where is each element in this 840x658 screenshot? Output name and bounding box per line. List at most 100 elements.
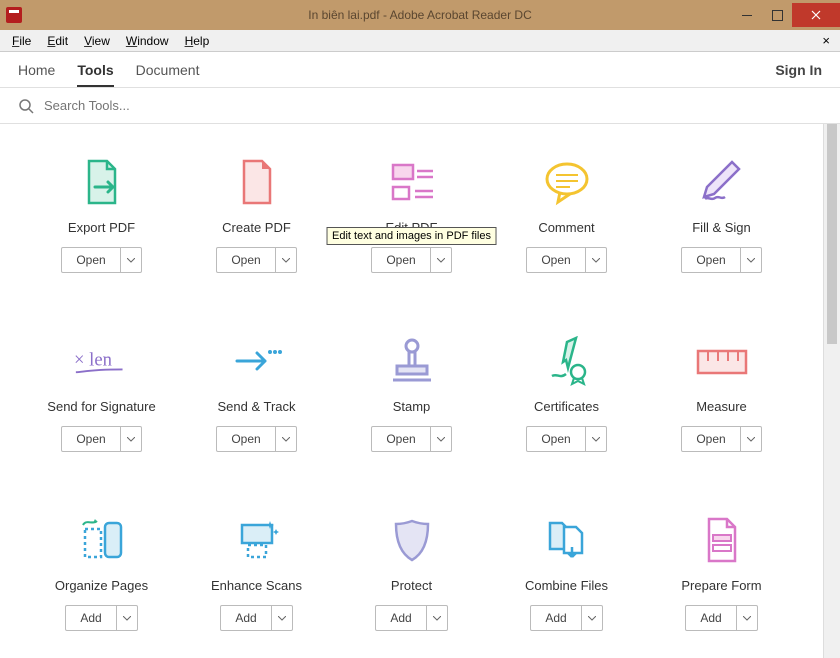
tool-prepare-form[interactable]: Prepare Form Add — [644, 512, 799, 631]
protect-icon — [384, 512, 440, 568]
tool-action: Add — [685, 605, 757, 631]
window-title: In biên lai.pdf - Adobe Acrobat Reader D… — [308, 8, 531, 22]
tool-label: Protect — [391, 578, 432, 593]
dropdown-button[interactable] — [272, 606, 292, 630]
dropdown-button[interactable] — [741, 248, 761, 272]
tool-protect[interactable]: Protect Add — [334, 512, 489, 631]
menu-view[interactable]: View — [76, 34, 118, 48]
tool-action: Open — [526, 426, 606, 452]
tool-action: Open — [216, 426, 296, 452]
tool-action: Add — [220, 605, 292, 631]
dropdown-button[interactable] — [582, 606, 602, 630]
tooltip: Edit text and images in PDF files — [326, 227, 497, 245]
add-button[interactable]: Add — [531, 606, 581, 630]
window-close-button[interactable] — [792, 3, 840, 27]
window-maximize-button[interactable] — [762, 3, 792, 27]
dropdown-button[interactable] — [586, 248, 606, 272]
open-button[interactable]: Open — [217, 427, 275, 451]
tool-action: Add — [375, 605, 447, 631]
tool-edit-pdf[interactable]: Edit PDF Edit text and images in PDF fil… — [334, 154, 489, 273]
stamp-icon — [384, 333, 440, 389]
nav-tab-home[interactable]: Home — [18, 62, 55, 78]
prepare-form-icon — [694, 512, 750, 568]
open-button[interactable]: Open — [217, 248, 275, 272]
open-button[interactable]: Open — [372, 248, 430, 272]
edit-pdf-icon — [384, 154, 440, 210]
nav-tab-document[interactable]: Document — [136, 62, 200, 78]
add-button[interactable]: Add — [66, 606, 116, 630]
tool-action: Open — [61, 426, 141, 452]
svg-text:× len: × len — [74, 350, 113, 371]
add-button[interactable]: Add — [376, 606, 426, 630]
tool-certificates[interactable]: Certificates Open — [489, 333, 644, 452]
sign-in-link[interactable]: Sign In — [775, 62, 822, 78]
dropdown-button[interactable] — [431, 248, 451, 272]
open-button[interactable]: Open — [527, 427, 585, 451]
add-button[interactable]: Add — [221, 606, 271, 630]
add-button[interactable]: Add — [686, 606, 736, 630]
tool-label: Enhance Scans — [211, 578, 302, 593]
menu-edit[interactable]: Edit — [39, 34, 76, 48]
tool-create-pdf[interactable]: Create PDF Open — [179, 154, 334, 273]
open-button[interactable]: Open — [527, 248, 585, 272]
comment-icon — [539, 154, 595, 210]
scrollbar-thumb[interactable] — [827, 124, 837, 344]
dropdown-button[interactable] — [117, 606, 137, 630]
tool-action: Open — [526, 247, 606, 273]
dropdown-button[interactable] — [586, 427, 606, 451]
organize-pages-icon — [74, 512, 130, 568]
enhance-scans-icon — [229, 512, 285, 568]
open-button[interactable]: Open — [682, 248, 740, 272]
tool-action: Open — [371, 247, 451, 273]
tool-action: Open — [216, 247, 296, 273]
nav-tab-tools[interactable]: Tools — [77, 62, 113, 78]
dropdown-button[interactable] — [121, 427, 141, 451]
tool-action: Open — [371, 426, 451, 452]
tool-comment[interactable]: Comment Open — [489, 154, 644, 273]
dropdown-button[interactable] — [431, 427, 451, 451]
window-titlebar: In biên lai.pdf - Adobe Acrobat Reader D… — [0, 0, 840, 30]
window-minimize-button[interactable] — [732, 3, 762, 27]
vertical-scrollbar[interactable] — [823, 124, 840, 658]
tool-send-track[interactable]: Send & Track Open — [179, 333, 334, 452]
dropdown-button[interactable] — [737, 606, 757, 630]
dropdown-button[interactable] — [741, 427, 761, 451]
tool-combine-files[interactable]: Combine Files Add — [489, 512, 644, 631]
menu-file[interactable]: File — [4, 34, 39, 48]
tool-fill-sign[interactable]: Fill & Sign Open — [644, 154, 799, 273]
send-signature-icon: × len — [74, 333, 130, 389]
search-bar — [0, 88, 840, 124]
tool-action: Open — [61, 247, 141, 273]
dropdown-button[interactable] — [276, 248, 296, 272]
open-button[interactable]: Open — [372, 427, 430, 451]
tool-stamp[interactable]: Stamp Open — [334, 333, 489, 452]
tool-enhance-scans[interactable]: Enhance Scans Add — [179, 512, 334, 631]
document-close-icon[interactable]: × — [816, 33, 836, 48]
fill-sign-icon — [694, 154, 750, 210]
tool-label: Export PDF — [68, 220, 135, 235]
dropdown-button[interactable] — [121, 248, 141, 272]
tool-organize-pages[interactable]: Organize Pages Add — [24, 512, 179, 631]
tool-send-signature[interactable]: × len Send for Signature Open — [24, 333, 179, 452]
send-track-icon — [229, 333, 285, 389]
dropdown-button[interactable] — [276, 427, 296, 451]
tool-label: Organize Pages — [55, 578, 148, 593]
tool-label: Comment — [538, 220, 594, 235]
tool-action: Add — [530, 605, 602, 631]
open-button[interactable]: Open — [62, 248, 120, 272]
tool-label: Combine Files — [525, 578, 608, 593]
menu-window[interactable]: Window — [118, 34, 177, 48]
tool-label: Certificates — [534, 399, 599, 414]
tool-export-pdf[interactable]: Export PDF Open — [24, 154, 179, 273]
search-input[interactable] — [44, 98, 344, 113]
dropdown-button[interactable] — [427, 606, 447, 630]
tools-grid-container: Export PDF Open Create PDF Open Edit PDF… — [0, 124, 823, 658]
app-icon — [6, 7, 22, 23]
menubar: File Edit View Window Help × — [0, 30, 840, 52]
open-button[interactable]: Open — [62, 427, 120, 451]
menu-help[interactable]: Help — [177, 34, 218, 48]
open-button[interactable]: Open — [682, 427, 740, 451]
search-icon — [18, 98, 34, 114]
tool-measure[interactable]: Measure Open — [644, 333, 799, 452]
tool-action: Open — [681, 426, 761, 452]
